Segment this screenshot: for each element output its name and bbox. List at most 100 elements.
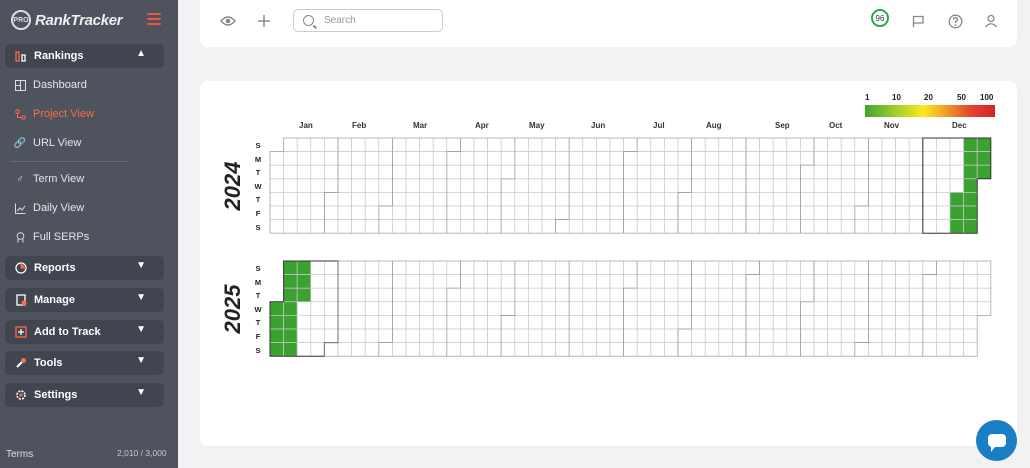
logo[interactable]: PRO RankTracker	[11, 10, 123, 30]
calendar-day-cell[interactable]	[650, 219, 665, 234]
calendar-day-cell[interactable]	[772, 137, 788, 152]
calendar-day-cell[interactable]	[609, 342, 624, 357]
calendar-day-cell[interactable]	[487, 274, 502, 289]
calendar-day-cell[interactable]	[528, 205, 543, 220]
calendar-day-cell[interactable]	[296, 342, 312, 357]
calendar-day-cell[interactable]	[691, 260, 706, 275]
calendar-day-cell[interactable]	[378, 260, 393, 275]
calendar-day-cell[interactable]	[378, 151, 393, 166]
calendar-day-cell[interactable]	[296, 219, 312, 234]
calendar-day-cell[interactable]	[800, 164, 815, 180]
calendar-day-cell[interactable]	[636, 260, 652, 275]
calendar-day-cell[interactable]	[895, 328, 910, 343]
sidebar-item-project-view[interactable]: Project View	[14, 105, 94, 123]
calendar-day-cell[interactable]	[772, 315, 788, 330]
calendar-day-cell[interactable]	[623, 315, 638, 330]
calendar-day-cell[interactable]	[283, 205, 298, 220]
sidebar-item-term-view[interactable]: ♂ Term View	[14, 170, 84, 188]
calendar-day-cell[interactable]	[541, 219, 556, 234]
calendar-day-cell[interactable]	[840, 260, 856, 275]
calendar-day-cell[interactable]	[868, 315, 883, 330]
calendar-day-cell[interactable]	[718, 328, 733, 343]
calendar-day-cell[interactable]	[827, 315, 842, 330]
calendar-day-cell[interactable]	[296, 328, 312, 343]
calendar-day-cell[interactable]	[283, 301, 298, 316]
calendar-day-cell[interactable]	[976, 137, 992, 152]
calendar-day-cell[interactable]	[868, 178, 883, 193]
calendar-day-cell[interactable]	[296, 192, 312, 207]
calendar-day-cell[interactable]	[596, 274, 611, 289]
calendar-day-cell[interactable]	[677, 192, 692, 207]
calendar-day-cell[interactable]	[895, 287, 910, 303]
calendar-day-cell[interactable]	[269, 164, 284, 180]
calendar-day-cell[interactable]	[650, 315, 665, 330]
calendar-day-cell[interactable]	[963, 205, 978, 220]
calendar-day-cell[interactable]	[269, 151, 284, 166]
calendar-day-cell[interactable]	[908, 260, 924, 275]
calendar-day-cell[interactable]	[936, 274, 951, 289]
calendar-day-cell[interactable]	[854, 178, 869, 193]
calendar-day-cell[interactable]	[446, 164, 461, 180]
calendar-day-cell[interactable]	[582, 315, 597, 330]
calendar-day-cell[interactable]	[704, 274, 720, 289]
calendar-day-cell[interactable]	[813, 164, 828, 180]
calendar-day-cell[interactable]	[691, 287, 706, 303]
calendar-day-cell[interactable]	[432, 328, 448, 343]
calendar-day-cell[interactable]	[446, 274, 461, 289]
calendar-day-cell[interactable]	[704, 260, 720, 275]
calendar-heatmap[interactable]	[200, 81, 1017, 446]
calendar-day-cell[interactable]	[364, 205, 380, 220]
calendar-day-cell[interactable]	[351, 342, 366, 357]
calendar-day-cell[interactable]	[623, 151, 638, 166]
calendar-day-cell[interactable]	[528, 137, 543, 152]
calendar-day-cell[interactable]	[568, 151, 584, 166]
calendar-day-cell[interactable]	[759, 274, 774, 289]
calendar-day-cell[interactable]	[976, 287, 992, 303]
calendar-day-cell[interactable]	[636, 315, 652, 330]
calendar-day-cell[interactable]	[881, 137, 896, 152]
calendar-day-cell[interactable]	[446, 342, 461, 357]
calendar-day-cell[interactable]	[555, 287, 570, 303]
calendar-day-cell[interactable]	[446, 137, 461, 152]
calendar-day-cell[interactable]	[392, 342, 407, 357]
calendar-day-cell[interactable]	[568, 137, 584, 152]
calendar-day-cell[interactable]	[609, 301, 624, 316]
calendar-day-cell[interactable]	[460, 219, 475, 234]
calendar-day-cell[interactable]	[949, 342, 964, 357]
calendar-day-cell[interactable]	[949, 205, 964, 220]
calendar-day-cell[interactable]	[487, 151, 502, 166]
calendar-day-cell[interactable]	[419, 315, 434, 330]
calendar-day-cell[interactable]	[310, 137, 325, 152]
calendar-day-cell[interactable]	[351, 260, 366, 275]
calendar-day-cell[interactable]	[405, 287, 420, 303]
calendar-day-cell[interactable]	[568, 178, 584, 193]
calendar-day-cell[interactable]	[514, 301, 529, 316]
calendar-day-cell[interactable]	[936, 137, 951, 152]
calendar-day-cell[interactable]	[786, 315, 801, 330]
calendar-day-cell[interactable]	[827, 205, 842, 220]
calendar-day-cell[interactable]	[364, 151, 380, 166]
calendar-day-cell[interactable]	[704, 342, 720, 357]
calendar-day-cell[interactable]	[963, 328, 978, 343]
calendar-day-cell[interactable]	[541, 274, 556, 289]
calendar-day-cell[interactable]	[800, 137, 815, 152]
calendar-day-cell[interactable]	[636, 301, 652, 316]
calendar-day-cell[interactable]	[473, 192, 488, 207]
calendar-day-cell[interactable]	[854, 192, 869, 207]
calendar-day-cell[interactable]	[500, 192, 516, 207]
calendar-day-cell[interactable]	[351, 151, 366, 166]
calendar-day-cell[interactable]	[283, 260, 298, 275]
calendar-day-cell[interactable]	[432, 178, 448, 193]
calendar-day-cell[interactable]	[460, 342, 475, 357]
calendar-day-cell[interactable]	[337, 301, 352, 316]
calendar-day-cell[interactable]	[446, 301, 461, 316]
calendar-day-cell[interactable]	[840, 178, 856, 193]
calendar-day-cell[interactable]	[351, 274, 366, 289]
calendar-day-cell[interactable]	[568, 342, 584, 357]
calendar-day-cell[interactable]	[296, 301, 312, 316]
calendar-day-cell[interactable]	[324, 342, 339, 357]
calendar-day-cell[interactable]	[473, 342, 488, 357]
calendar-day-cell[interactable]	[786, 219, 801, 234]
calendar-day-cell[interactable]	[745, 274, 760, 289]
calendar-day-cell[interactable]	[745, 301, 760, 316]
